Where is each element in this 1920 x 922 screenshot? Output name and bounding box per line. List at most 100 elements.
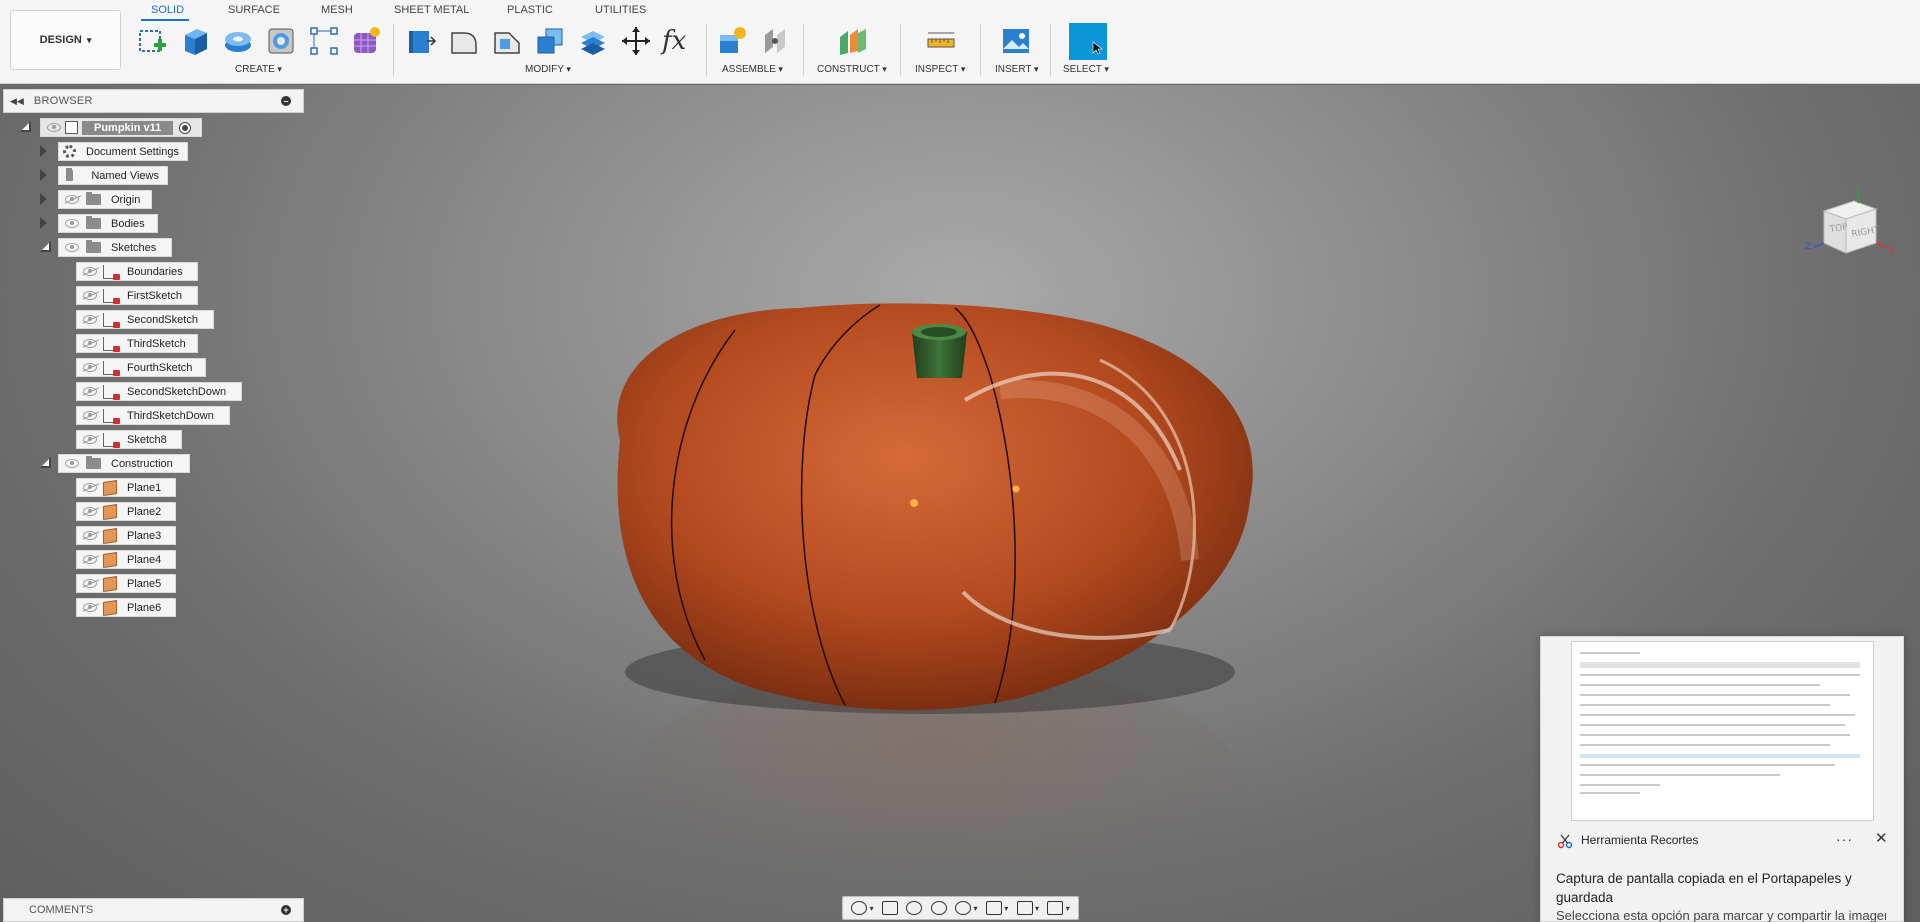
visibility-eye-icon[interactable] xyxy=(83,411,97,420)
create-menu[interactable]: CREATE xyxy=(235,64,282,75)
pan-hand-icon[interactable] xyxy=(906,901,923,915)
visibility-eye-icon[interactable] xyxy=(47,123,61,132)
visibility-eye-icon[interactable] xyxy=(83,531,97,540)
new-component-icon[interactable] xyxy=(716,25,748,57)
viewports-icon[interactable] xyxy=(1047,901,1064,915)
chevron-down-icon[interactable]: ▾ xyxy=(1035,904,1039,913)
measure-icon[interactable] xyxy=(925,25,957,57)
design-workspace-button[interactable]: DESIGN ▾ xyxy=(10,10,121,70)
visibility-eye-icon[interactable] xyxy=(65,195,79,204)
visibility-eye-icon[interactable] xyxy=(83,315,97,324)
visibility-eye-icon[interactable] xyxy=(83,507,97,516)
visibility-eye-icon[interactable] xyxy=(83,387,97,396)
plane-item[interactable]: Plane6 xyxy=(76,598,176,617)
chevron-down-icon[interactable]: ▾ xyxy=(1066,904,1070,913)
sketch-item[interactable]: ThirdSketchDown xyxy=(76,406,230,425)
plane-item[interactable]: Plane4 xyxy=(76,550,176,569)
add-comment-icon[interactable]: + xyxy=(281,905,291,915)
orbit-icon[interactable] xyxy=(851,901,868,915)
collapse-panel-icon[interactable]: ◀◀ xyxy=(10,96,24,107)
insert-menu[interactable]: INSERT xyxy=(995,64,1039,75)
close-icon[interactable]: ✕ xyxy=(1875,829,1888,847)
snipping-tool-notification[interactable]: Herramienta Recortes ··· ✕ Captura de pa… xyxy=(1540,636,1904,922)
visibility-eye-icon[interactable] xyxy=(83,555,97,564)
plane-item[interactable]: Plane1 xyxy=(76,478,176,497)
browser-item-bodies[interactable]: Bodies xyxy=(58,214,158,233)
combine-icon[interactable] xyxy=(534,25,566,57)
plane-item[interactable]: Plane5 xyxy=(76,574,176,593)
tab-sheet-metal[interactable]: SHEET METAL xyxy=(394,4,469,16)
browser-root-component[interactable]: Pumpkin v11 xyxy=(40,118,202,137)
parameters-fx-icon[interactable]: fx xyxy=(662,25,694,57)
look-at-icon[interactable] xyxy=(881,901,898,915)
chamfer-icon[interactable] xyxy=(491,25,523,57)
inspect-menu[interactable]: INSPECT xyxy=(915,64,965,75)
visibility-eye-icon[interactable] xyxy=(83,579,97,588)
visibility-eye-icon[interactable] xyxy=(83,603,97,612)
expand-toggle-bodies[interactable] xyxy=(40,217,47,229)
visibility-eye-icon[interactable] xyxy=(83,339,97,348)
fillet-icon[interactable] xyxy=(448,25,480,57)
offset-plane-icon[interactable] xyxy=(836,25,868,57)
visibility-eye-icon[interactable] xyxy=(83,291,97,300)
fit-zoom-icon[interactable] xyxy=(955,901,972,915)
browser-item-sketches[interactable]: Sketches xyxy=(58,238,172,257)
comments-panel-header[interactable]: COMMENTS + xyxy=(3,898,304,922)
sketch-item[interactable]: SecondSketch xyxy=(76,310,214,329)
expand-toggle-origin[interactable] xyxy=(40,193,47,205)
expand-toggle-construction[interactable] xyxy=(40,457,51,468)
browser-item-document-settings[interactable]: Document Settings xyxy=(58,142,188,161)
expand-toggle-named-views[interactable] xyxy=(40,169,47,181)
view-cube[interactable]: TOP RIGHT Y X Z xyxy=(1800,185,1910,275)
more-options-icon[interactable]: ··· xyxy=(1836,831,1853,847)
tab-plastic[interactable]: PLASTIC xyxy=(507,4,553,16)
offset-face-icon[interactable] xyxy=(577,25,609,57)
zoom-icon[interactable] xyxy=(930,901,947,915)
shell-icon[interactable] xyxy=(265,25,297,57)
sketch-item[interactable]: FourthSketch xyxy=(76,358,206,377)
visibility-eye-icon[interactable] xyxy=(83,483,97,492)
sketch-item[interactable]: Boundaries xyxy=(76,262,198,281)
sketch-item[interactable]: SecondSketchDown xyxy=(76,382,242,401)
insert-image-icon[interactable] xyxy=(1000,25,1032,57)
minimize-panel-icon[interactable]: – xyxy=(281,96,291,106)
expand-toggle-sketches[interactable] xyxy=(40,241,51,252)
visibility-eye-icon[interactable] xyxy=(65,219,79,228)
tab-utilities[interactable]: UTILITIES xyxy=(595,4,646,16)
visibility-eye-icon[interactable] xyxy=(83,267,97,276)
construct-menu[interactable]: CONSTRUCT xyxy=(817,64,887,75)
tab-solid[interactable]: SOLID xyxy=(151,4,184,16)
joint-icon[interactable] xyxy=(759,25,791,57)
expand-toggle-root[interactable] xyxy=(20,121,31,132)
chevron-down-icon[interactable]: ▾ xyxy=(973,904,977,913)
sketch-item[interactable]: ThirdSketch xyxy=(76,334,198,353)
visibility-eye-icon[interactable] xyxy=(83,435,97,444)
modify-menu[interactable]: MODIFY xyxy=(525,64,571,75)
chevron-down-icon[interactable]: ▾ xyxy=(870,904,874,913)
screenshot-thumbnail[interactable] xyxy=(1571,641,1874,821)
visibility-eye-icon[interactable] xyxy=(83,363,97,372)
tab-mesh[interactable]: MESH xyxy=(321,4,353,16)
move-copy-icon[interactable] xyxy=(620,25,652,57)
plane-item[interactable]: Plane3 xyxy=(76,526,176,545)
activate-radio-icon[interactable] xyxy=(179,121,192,134)
expand-toggle-document-settings[interactable] xyxy=(40,145,47,157)
browser-panel-header[interactable]: ◀◀ BROWSER – xyxy=(3,89,304,113)
press-pull-icon[interactable] xyxy=(405,25,437,57)
sketch-pattern-icon[interactable] xyxy=(308,25,340,57)
plane-item[interactable]: Plane2 xyxy=(76,502,176,521)
select-menu[interactable]: SELECT xyxy=(1063,64,1109,75)
visibility-eye-icon[interactable] xyxy=(65,243,79,252)
select-button[interactable] xyxy=(1069,23,1107,60)
sketch-item[interactable]: FirstSketch xyxy=(76,286,198,305)
grid-settings-icon[interactable] xyxy=(1016,901,1033,915)
assemble-menu[interactable]: ASSEMBLE xyxy=(722,64,783,75)
form-icon[interactable] xyxy=(350,25,382,57)
browser-item-named-views[interactable]: Named Views xyxy=(58,166,168,185)
revolve-icon[interactable] xyxy=(222,25,254,57)
visibility-eye-icon[interactable] xyxy=(65,459,79,468)
sketch-item[interactable]: Sketch8 xyxy=(76,430,182,449)
create-sketch-icon[interactable] xyxy=(136,25,168,57)
extrude-icon[interactable] xyxy=(179,25,211,57)
display-settings-icon[interactable] xyxy=(985,901,1002,915)
